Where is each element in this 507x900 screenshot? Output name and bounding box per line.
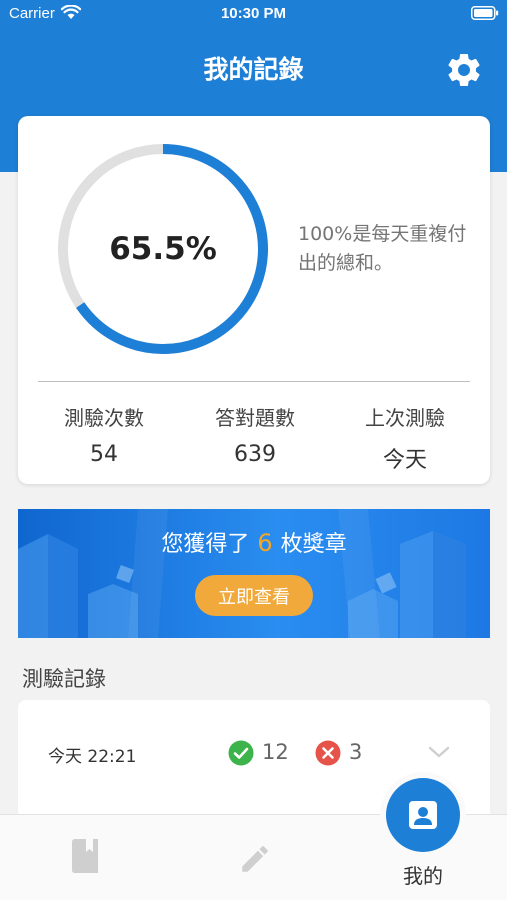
badge-message-suffix: 枚獎章 xyxy=(280,532,347,557)
record-time: 今天 22:21 xyxy=(48,747,137,767)
correct-count: 12 xyxy=(262,740,289,764)
book-icon[interactable] xyxy=(68,838,102,874)
stat-value-correct-count: 639 xyxy=(234,442,276,467)
records-section-title: 測驗記錄 xyxy=(22,667,106,691)
stat-value-last-quiz: 今天 xyxy=(382,448,427,473)
status-bar: Carrier 10:30 PM xyxy=(0,0,507,28)
stat-label-quiz-count: 測驗次數 xyxy=(64,406,144,430)
profile-card-icon xyxy=(409,801,437,829)
page-title: 我的記錄 xyxy=(203,55,304,84)
badge-count: 6 xyxy=(257,529,273,557)
motivation-quote: 100%是每天重複付出的總和。 xyxy=(298,223,467,274)
progress-percent: 65.5% xyxy=(109,231,217,267)
battery-icon xyxy=(471,6,499,20)
pencil-icon[interactable] xyxy=(238,842,272,876)
divider xyxy=(38,381,470,382)
stat-value-quiz-count: 54 xyxy=(90,442,118,467)
chevron-down-icon[interactable] xyxy=(426,744,452,760)
tab-me-label[interactable]: 我的 xyxy=(372,860,474,889)
cross-circle-icon xyxy=(315,740,341,766)
stat-label-last-quiz: 上次測驗 xyxy=(365,406,445,430)
badge-message: 您獲得了 6 枚獎章 xyxy=(18,526,490,558)
summary-card: 65.5% 100%是每天重複付出的總和。 測驗次數 54 答對題數 639 上… xyxy=(18,116,490,484)
check-circle-icon xyxy=(228,740,254,766)
view-badges-button[interactable]: 立即查看 xyxy=(195,575,313,616)
gear-icon[interactable] xyxy=(444,50,484,90)
tab-me[interactable] xyxy=(386,778,460,852)
wrong-count: 3 xyxy=(349,740,363,764)
screen: Carrier 10:30 PM 我的記錄 65.5% 100%是每天重複付出的… xyxy=(0,0,507,900)
stat-label-correct-count: 答對題數 xyxy=(215,406,295,430)
status-time: 10:30 PM xyxy=(220,5,287,22)
badge-banner[interactable]: 您獲得了 6 枚獎章 立即查看 xyxy=(18,509,490,638)
badge-message-prefix: 您獲得了 xyxy=(161,532,250,557)
